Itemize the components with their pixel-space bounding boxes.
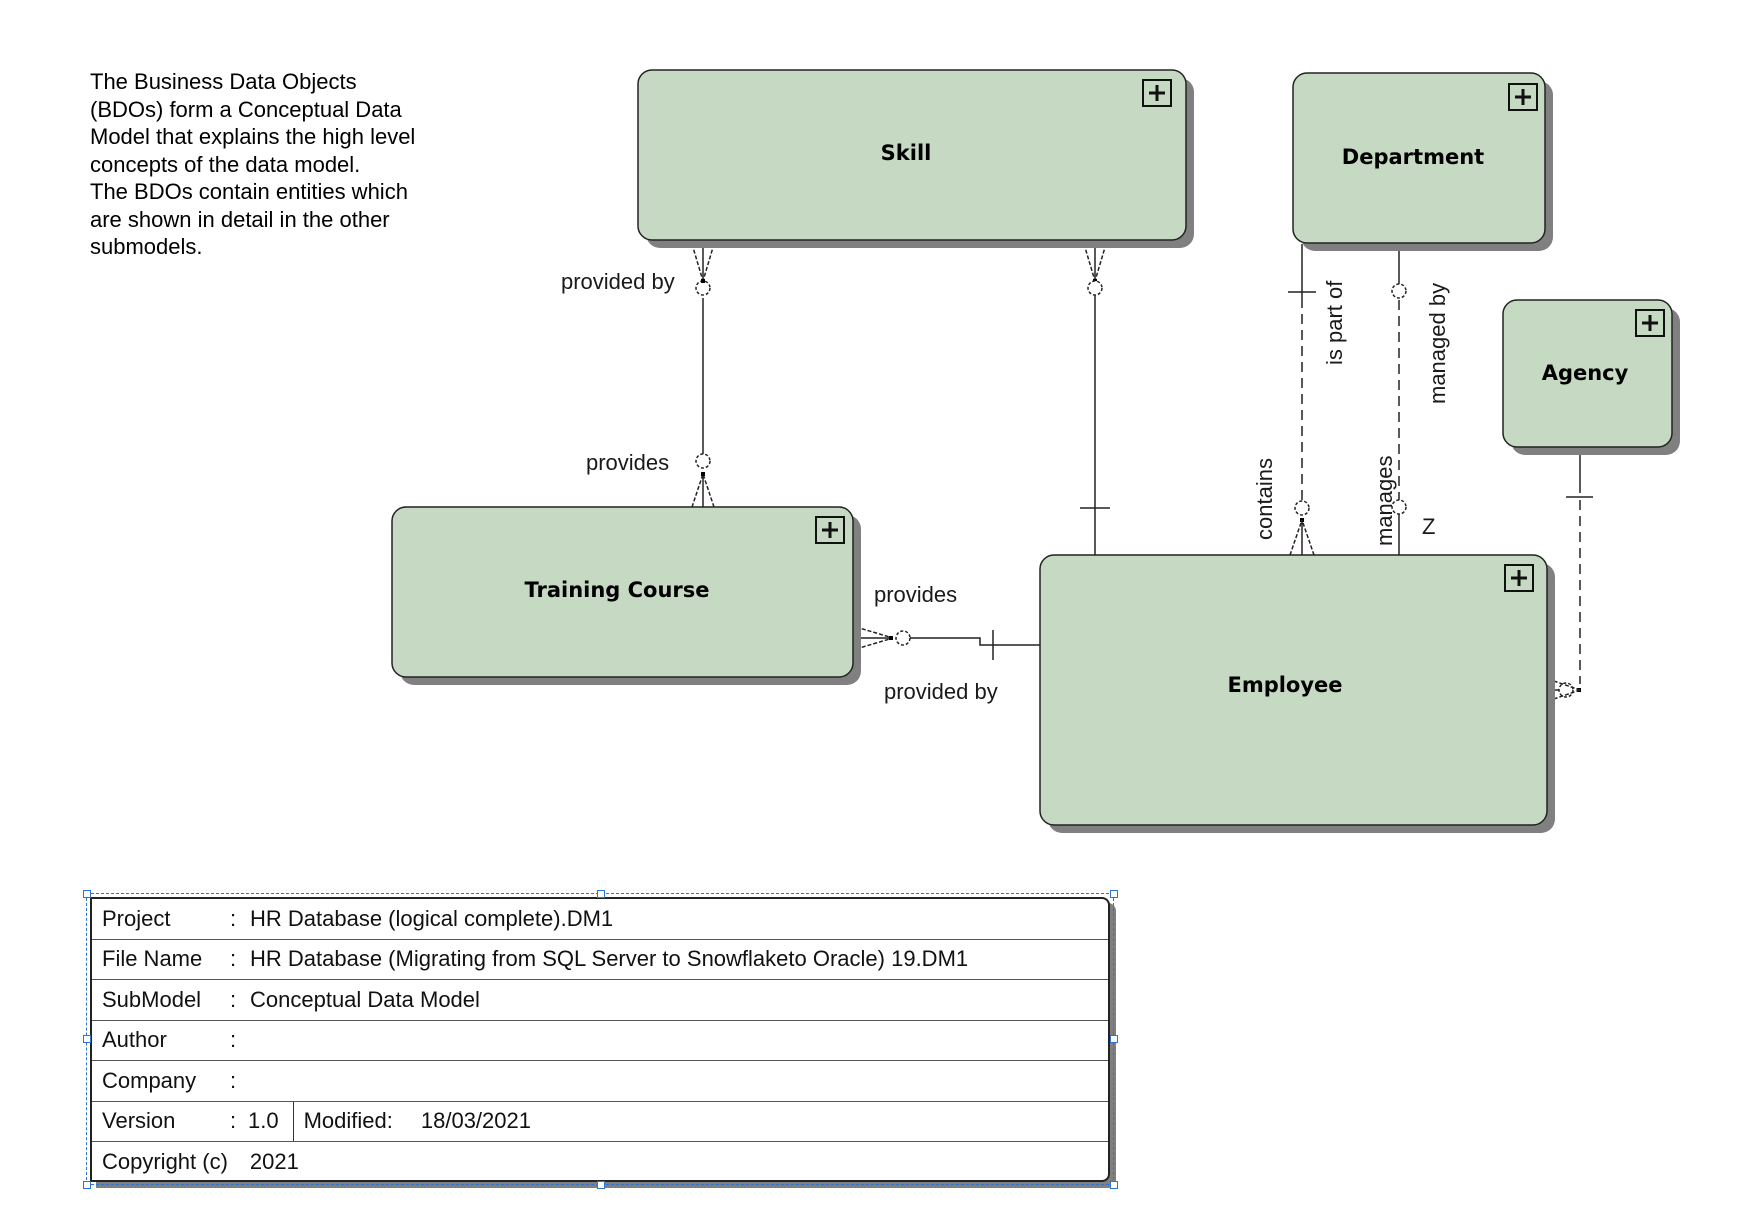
relationship-label: provided by [561, 269, 675, 294]
resize-handle[interactable] [1110, 890, 1118, 898]
resize-handle[interactable] [83, 1181, 91, 1189]
title-row-submodel: SubModel : Conceptual Data Model [92, 980, 1108, 1021]
relationship-training-employee[interactable] [855, 626, 1040, 660]
title-row-company: Company : [92, 1061, 1108, 1102]
entity-name: Skill [881, 141, 932, 165]
title-row-author: Author : [92, 1021, 1108, 1061]
entity-training-course[interactable]: Training Course [391, 506, 861, 685]
title-sep: : [230, 1067, 237, 1093]
title-row-file-name: File Name : HR Database (Migrating from … [92, 940, 1108, 980]
title-value: Conceptual Data Model [250, 986, 480, 1012]
title-value: HR Database (logical complete).DM1 [250, 905, 614, 931]
resize-handle[interactable] [83, 890, 91, 898]
modified-date: 18/03/2021 [420, 1108, 531, 1134]
title-sep: : [230, 1027, 237, 1053]
relationship-label: manages [1372, 455, 1397, 546]
version-cell: : 1.0 [230, 1101, 294, 1141]
title-value: HR Database (Migrating from SQL Server t… [250, 946, 969, 972]
resize-handle[interactable] [83, 1035, 91, 1043]
title-key: File Name [102, 946, 203, 972]
entity-department[interactable]: Department [1292, 72, 1553, 251]
relationship-department-employee-part[interactable] [1288, 244, 1316, 556]
relationship-label: provides [874, 582, 957, 607]
title-row-project: Project : HR Database (logical complete)… [92, 899, 1108, 940]
version-value: 1.0 [248, 1108, 279, 1134]
title-sep: : [230, 986, 237, 1012]
relationship-label: provided by [884, 679, 998, 704]
relationship-skill-training[interactable] [691, 243, 715, 508]
title-sep: : [230, 946, 237, 972]
description-note: The Business Data Objects (BDOs) form a … [90, 69, 416, 259]
title-row-copyright: Copyright (c) 2021 [92, 1142, 1108, 1183]
entity-name: Department [1342, 145, 1484, 169]
title-key: SubModel [102, 986, 202, 1012]
entity-employee[interactable]: Employee [1039, 554, 1555, 833]
title-block[interactable]: Project : HR Database (logical complete)… [90, 897, 1110, 1182]
relationship-label: provides [586, 450, 669, 475]
resize-handle[interactable] [1110, 1181, 1118, 1189]
copyright-year: 2021 [249, 1149, 299, 1175]
title-key: Author [102, 1027, 167, 1053]
title-key: Version [102, 1108, 176, 1134]
entity-agency[interactable]: Agency [1502, 299, 1680, 455]
relationship-skill-employee[interactable] [1080, 243, 1110, 555]
entity-name: Training Course [524, 578, 709, 602]
relationship-label: managed by [1425, 283, 1450, 404]
modified-label: Modified: [303, 1108, 393, 1134]
entity-skill[interactable]: Skill [637, 69, 1194, 248]
entity-name: Agency [1542, 361, 1629, 385]
title-key: Project [102, 905, 171, 931]
relationship-annotation: Z [1422, 514, 1435, 539]
title-key: Copyright (c) [102, 1149, 228, 1175]
title-row-version: Version : 1.0 Modified: 18/03/2021 [92, 1101, 1108, 1142]
title-key: Company [102, 1067, 197, 1093]
relationship-label: is part of [1322, 280, 1347, 365]
title-sep: : [230, 1108, 237, 1134]
entity-name: Employee [1227, 673, 1342, 697]
resize-handle[interactable] [1110, 1035, 1118, 1043]
title-sep: : [230, 905, 237, 931]
resize-handle[interactable] [597, 1181, 605, 1189]
resize-handle[interactable] [597, 890, 605, 898]
relationship-label: contains [1252, 458, 1277, 540]
